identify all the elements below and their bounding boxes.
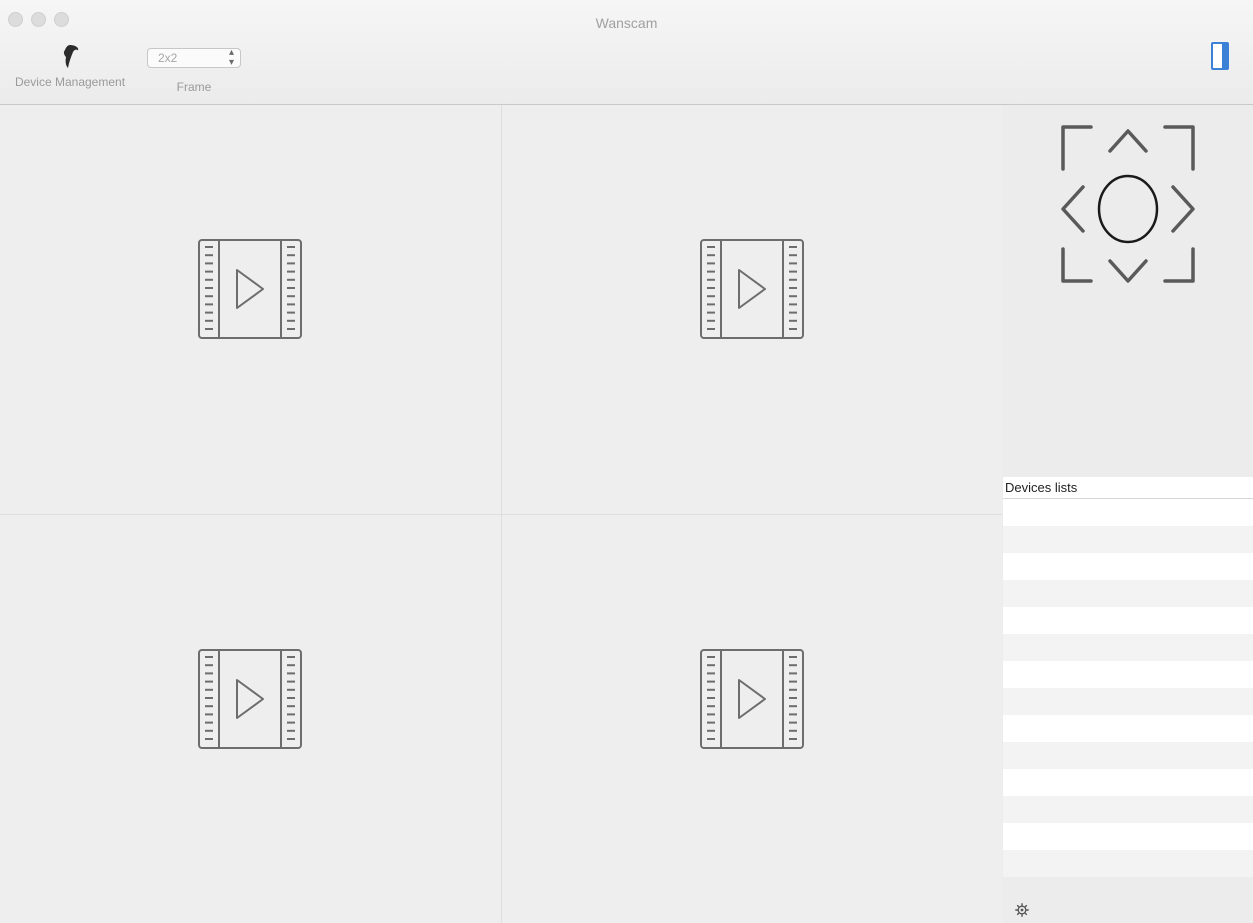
video-film-play-icon [699,239,804,340]
list-item [1003,769,1253,796]
frame-select[interactable]: 2x2 ▴ ▾ [147,48,241,68]
list-item [1003,553,1253,580]
video-cell[interactable] [501,514,1002,923]
video-film-play-icon [198,239,303,340]
list-item [1003,850,1253,877]
title-bar: Wanscam Device Management 2x2 ▴ ▾ Frame [0,0,1253,105]
list-item [1003,688,1253,715]
ptz-up-left-button[interactable] [1061,125,1093,171]
ptz-control-pad [1061,125,1195,283]
list-item [1003,742,1253,769]
device-management-label: Device Management [14,75,126,89]
right-panel: Devices lists [1003,105,1253,923]
ptz-right-button[interactable] [1171,185,1195,233]
sidebar-toggle-button[interactable] [1211,42,1229,75]
frame-select-value: 2x2 [158,51,178,65]
ptz-left-button[interactable] [1061,185,1085,233]
list-item [1003,661,1253,688]
updown-chevron-icon: ▴ ▾ [228,47,234,68]
list-item [1003,580,1253,607]
device-management-button[interactable]: Device Management [6,44,134,89]
devices-list[interactable] [1003,499,1253,889]
video-cell[interactable] [501,105,1002,514]
list-item [1003,526,1253,553]
video-film-play-icon [699,648,804,749]
list-item [1003,715,1253,742]
list-item [1003,634,1253,661]
list-item [1003,607,1253,634]
ptz-up-right-button[interactable] [1163,125,1195,171]
dolphin-logo-icon [63,45,79,68]
frame-label: Frame [176,80,212,94]
ptz-down-left-button[interactable] [1061,247,1093,283]
gear-icon[interactable] [1015,903,1029,917]
video-grid [0,105,1002,923]
list-item [1003,823,1253,850]
video-cell[interactable] [0,105,501,514]
list-item [1003,499,1253,526]
ptz-down-right-button[interactable] [1163,247,1195,283]
video-film-play-icon [198,648,303,749]
list-item [1003,796,1253,823]
ptz-down-button[interactable] [1108,259,1148,283]
video-cell[interactable] [0,514,501,923]
window-title: Wanscam [595,15,658,31]
ptz-up-button[interactable] [1108,129,1148,153]
sidebar-toggle-icon [1211,42,1229,70]
frame-control: 2x2 ▴ ▾ Frame [146,48,242,94]
devices-list-header: Devices lists [1003,477,1253,499]
ptz-center-button[interactable] [1097,174,1159,244]
app-window: Wanscam Device Management 2x2 ▴▾ Frame [0,0,1253,923]
